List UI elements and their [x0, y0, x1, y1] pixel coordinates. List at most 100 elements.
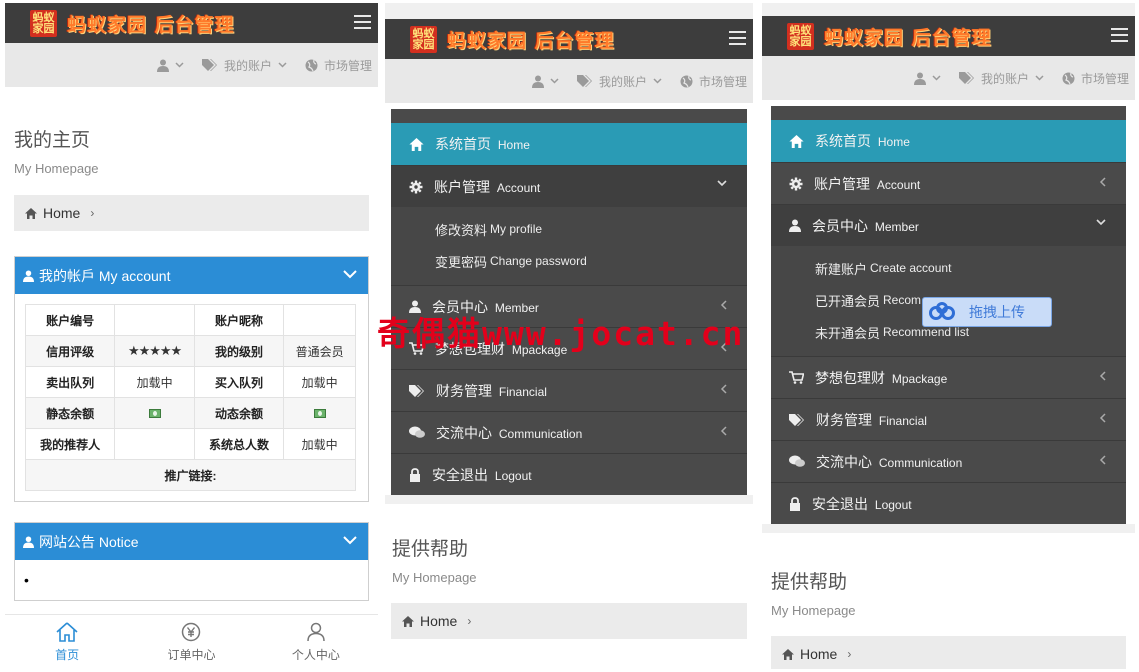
my-account-menu[interactable]: 我的账户 [958, 70, 1044, 87]
menu-item-label: 系统首页 [815, 133, 871, 149]
cell-referrer-value [114, 428, 195, 460]
menu-item-communication[interactable]: 交流中心 Communication [771, 440, 1126, 482]
breadcrumb-separator-icon: › [90, 206, 95, 220]
cell-credit-label: 信用评级 [24, 335, 116, 367]
page-title: 提供帮助 [771, 572, 848, 593]
market-label: 市场管理 [1080, 71, 1129, 86]
table-row: 账户编号 账户昵称 [24, 304, 356, 336]
menu-item-financial[interactable]: 财务管理 Financial [391, 369, 747, 411]
menu-item-home[interactable]: 系统首页 Home [771, 120, 1126, 162]
screenshot-root: 蚂蚁 家园 蚂蚁家园 后台管理 我的账户 市场管理 我的主页 My Homepa… [0, 0, 1139, 672]
hamburger-menu-icon[interactable] [354, 15, 371, 29]
tags-icon [201, 59, 218, 71]
user-icon [156, 59, 169, 72]
cell-account-number-value [114, 304, 195, 336]
breadcrumb-home-link[interactable]: Home [420, 613, 457, 629]
cell-referrer-label: 我的推荐人 [24, 428, 116, 460]
tab-orders-label: 订单中心 [167, 647, 216, 662]
sub-navigation: 我的账户 市场管理 [5, 43, 378, 87]
sub-navigation: 我的账户 市场管理 [762, 56, 1135, 100]
menu-bottom-spacer [385, 495, 753, 504]
table-row: 卖出队列 加载中 买入队列 加载中 [24, 366, 356, 398]
frame-top [762, 3, 1135, 16]
user-dropdown[interactable] [913, 72, 941, 85]
notice-list-item[interactable]: • [24, 572, 29, 588]
breadcrumb-home-link[interactable]: Home [800, 646, 837, 662]
hamburger-menu-icon[interactable] [1111, 28, 1128, 42]
hamburger-menu-icon[interactable] [729, 31, 746, 45]
lock-icon [789, 496, 801, 511]
page-subtitle: My Homepage [771, 603, 856, 618]
menu-item-account[interactable]: 账户管理 Account [771, 162, 1126, 204]
menu-item-label-en: Account [876, 177, 921, 192]
account-card-header[interactable]: 我的帐戶 My account [15, 257, 368, 294]
menu-item-label: 财务管理 [436, 382, 492, 399]
menu-item-label-en: Home [877, 135, 910, 149]
top-bar: 蚂蚁 家园 蚂蚁家园 后台管理 [5, 3, 378, 43]
menu-item-label: 账户管理 [814, 175, 870, 192]
tab-home-label: 首页 [55, 647, 80, 662]
menu-item-communication[interactable]: 交流中心 Communication [391, 411, 747, 453]
chevron-down-icon [278, 62, 287, 68]
tab-profile-label: 个人中心 [291, 647, 340, 662]
promo-link-label: 推广链接: [25, 459, 356, 491]
menu-item-label: 安全退出 [812, 495, 868, 512]
chevron-down-icon [1096, 219, 1106, 226]
chevron-left-icon [720, 426, 727, 436]
menu-item-label: 交流中心 [816, 453, 872, 470]
chevron-down-icon [550, 78, 559, 84]
menu-item-account[interactable]: 账户管理 Account [391, 165, 747, 207]
cell-static-balance-value [114, 397, 195, 429]
menu-item-label-en: Logout [874, 497, 912, 512]
menu-item-home[interactable]: 系统首页 Home [391, 123, 747, 165]
globe-icon [1062, 72, 1075, 85]
cell-buy-queue-value: 加载中 [283, 366, 356, 398]
tab-orders[interactable]: 订单中心 [129, 615, 253, 669]
submenu-item-change-password[interactable]: 变更密码 Change password [391, 245, 747, 277]
my-account-menu[interactable]: 我的账户 [576, 73, 662, 90]
comments-icon [789, 455, 805, 468]
credit-stars-icon: ★★★★★ [114, 335, 195, 367]
logo-text-line2: 家园 [789, 35, 812, 48]
menu-bottom-spacer [762, 524, 1135, 533]
chevron-down-icon [717, 180, 727, 187]
market-label: 市场管理 [323, 58, 372, 73]
page-header: 提供帮助 My Homepage [385, 504, 753, 585]
side-menu: 系统首页 Home 账户管理 Account 修改资料 My profile 变更… [391, 109, 747, 495]
my-account-label: 我的账户 [598, 74, 647, 89]
market-management-menu[interactable]: 市场管理 [1062, 70, 1129, 87]
watermark-text: 奇偶猫www.jocat.cn [377, 314, 745, 353]
menu-item-mpackage[interactable]: 梦想包理财 Mpackage [771, 356, 1126, 398]
market-management-menu[interactable]: 市场管理 [680, 73, 747, 90]
market-label: 市场管理 [698, 74, 747, 89]
menu-item-logout[interactable]: 安全退出 Logout [391, 453, 747, 495]
tags-icon [958, 72, 975, 84]
cell-account-number-label: 账户编号 [24, 304, 116, 336]
tags-icon [409, 384, 425, 397]
breadcrumb: Home › [771, 636, 1126, 669]
user-icon [789, 219, 801, 232]
brand-title: 蚂蚁家园 后台管理 [67, 13, 235, 36]
submenu-label: 已开通会员 [815, 293, 881, 309]
notice-card-header[interactable]: 网站公告 Notice [15, 523, 368, 560]
user-dropdown[interactable] [156, 59, 184, 72]
menu-item-logout[interactable]: 安全退出 Logout [771, 482, 1126, 524]
menu-item-member[interactable]: 会员中心 Member [771, 204, 1126, 246]
gear-icon [789, 177, 803, 191]
drag-upload-badge[interactable]: 拖拽上传 [922, 297, 1052, 327]
submenu-label-en: Create account [870, 261, 952, 275]
notice-card-title: 网站公告 Notice [39, 533, 139, 550]
tab-profile[interactable]: 个人中心 [254, 615, 378, 669]
submenu-item-create-account[interactable]: 新建账户 Create account [771, 252, 1126, 284]
page-header: 我的主页 My Homepage [5, 87, 378, 176]
market-management-menu[interactable]: 市场管理 [305, 57, 372, 74]
cell-dynamic-balance-value [283, 397, 356, 429]
tab-home[interactable]: 首页 [5, 615, 129, 669]
submenu-item-my-profile[interactable]: 修改资料 My profile [391, 213, 747, 245]
cell-buy-queue-label: 买入队列 [193, 366, 285, 398]
breadcrumb-home-link[interactable]: Home [43, 205, 80, 221]
menu-item-financial[interactable]: 财务管理 Financial [771, 398, 1126, 440]
menu-item-label: 安全退出 [432, 466, 488, 483]
user-dropdown[interactable] [531, 75, 559, 88]
my-account-menu[interactable]: 我的账户 [201, 57, 287, 74]
